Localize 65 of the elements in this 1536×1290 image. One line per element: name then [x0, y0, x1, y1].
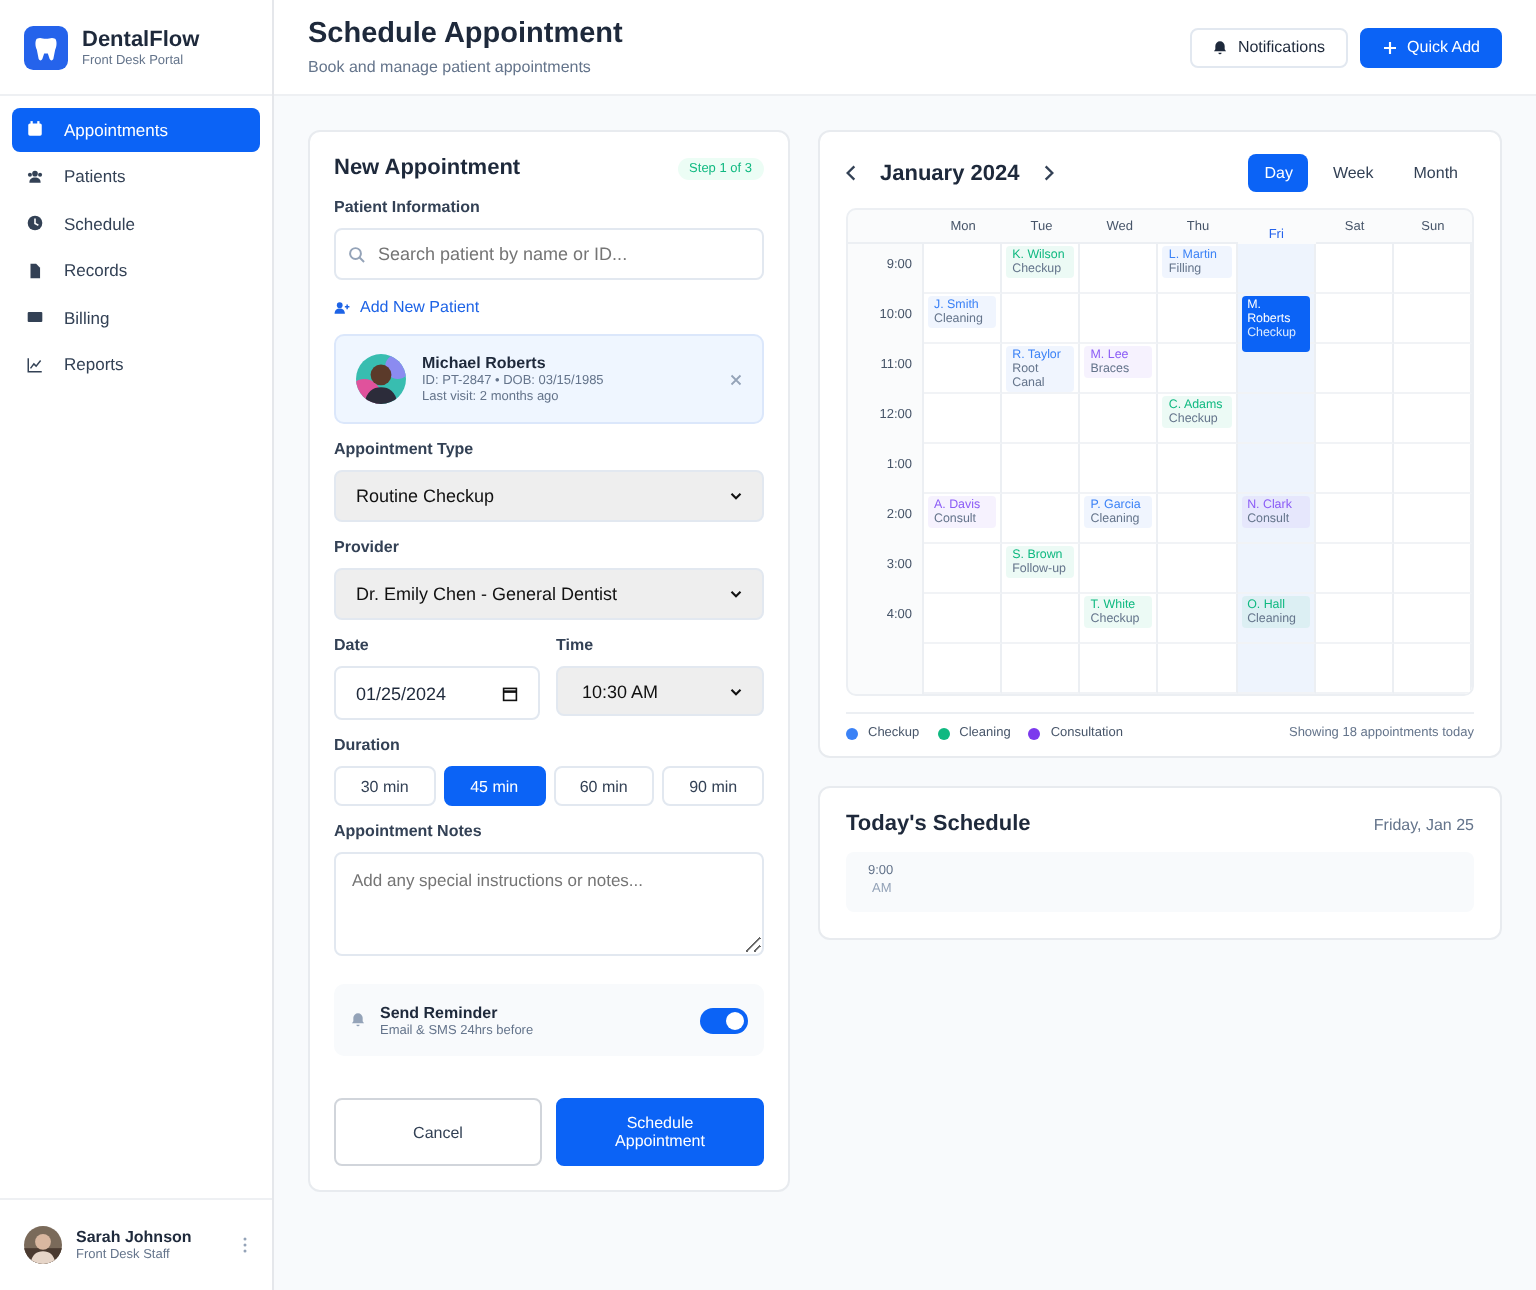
brand-name: DentalFlow	[82, 27, 200, 51]
sidebar-item[interactable]: Appointments	[12, 108, 260, 151]
chevron-down-icon	[730, 687, 742, 695]
reminder-toggle[interactable]	[700, 1007, 748, 1033]
time-select[interactable]: 10:30 AM	[556, 666, 764, 716]
appointment-type-select[interactable]: Routine Checkup	[334, 470, 764, 522]
previous-icon[interactable]	[846, 164, 856, 182]
month-title: January 2024	[880, 161, 1020, 185]
quick-add-button[interactable]: Quick Add	[1359, 27, 1502, 67]
field-label: Appointment Notes	[334, 822, 484, 840]
calendar-icon	[26, 120, 44, 139]
field-label: Appointment Type	[334, 440, 476, 458]
time-slot-cell[interactable]	[1237, 244, 1316, 294]
card-icon	[26, 308, 44, 327]
user-name: Sarah Johnson	[76, 1228, 194, 1246]
clock-icon	[26, 214, 44, 233]
notifications-button[interactable]: Notifications	[1189, 27, 1348, 67]
chart-icon	[26, 355, 44, 374]
form-title: New Appointment	[334, 156, 521, 180]
field-label: Duration	[334, 736, 402, 754]
sidebar-item[interactable]: Billing	[12, 296, 260, 339]
view-tab[interactable]: Day	[1248, 154, 1309, 192]
page-title: Schedule Appointment	[308, 18, 623, 50]
view-tab[interactable]: Week	[1316, 154, 1390, 192]
calendar-icon	[502, 685, 518, 701]
users-icon	[26, 167, 44, 186]
add-user-icon	[334, 299, 350, 315]
chevron-down-icon	[730, 590, 742, 598]
bell-icon	[1211, 39, 1228, 55]
today-date: Friday, Jan 25	[1373, 815, 1474, 833]
bell-icon	[350, 1012, 366, 1028]
search-field[interactable]: Search patient by name or ID...	[334, 228, 764, 280]
duration-option[interactable]: 30 min	[334, 766, 436, 806]
page-subtitle: Book and manage patient appointments	[308, 58, 593, 76]
search-icon	[348, 245, 366, 263]
today-title: Today's Schedule	[846, 812, 1031, 836]
view-tab[interactable]: Month	[1397, 154, 1474, 192]
next-icon[interactable]	[1043, 164, 1054, 182]
duration-option[interactable]: 90 min	[662, 766, 764, 806]
field-label: Provider	[334, 538, 401, 556]
time-slot-cell[interactable]	[1237, 544, 1316, 594]
field-label: Date	[334, 636, 371, 654]
close-icon[interactable]	[730, 373, 742, 385]
notes-field[interactable]: Add any special instructions or notes...	[334, 852, 764, 956]
field-label: Time	[556, 636, 596, 654]
provider-select[interactable]: Dr. Emily Chen - General Dentist	[334, 568, 764, 620]
file-icon	[26, 261, 44, 280]
duration-option[interactable]: 45 min	[443, 766, 545, 806]
patient-name: Michael Roberts	[422, 354, 548, 372]
add-patient-link[interactable]: Add New Patient	[334, 298, 480, 316]
cancel-button[interactable]: Cancel	[334, 1098, 542, 1166]
duration-option[interactable]: 60 min	[553, 766, 655, 806]
reminder-title: Send Reminder	[380, 1003, 500, 1021]
plus-icon	[1381, 39, 1398, 55]
field-label: Patient Information	[334, 198, 482, 216]
more-icon[interactable]	[242, 1236, 248, 1254]
sidebar-item[interactable]: Schedule	[12, 202, 260, 245]
date-field[interactable]: 01/25/2024	[334, 666, 540, 720]
sidebar-item[interactable]: Records	[12, 249, 260, 292]
tooth-logo-icon	[24, 25, 68, 69]
time-slot-cell[interactable]	[1237, 444, 1316, 494]
schedule-button[interactable]: Schedule Appointment	[556, 1098, 764, 1166]
chevron-down-icon	[730, 492, 742, 500]
sidebar-item[interactable]: Reports	[12, 343, 260, 386]
sidebar-item[interactable]: Patients	[12, 155, 260, 198]
